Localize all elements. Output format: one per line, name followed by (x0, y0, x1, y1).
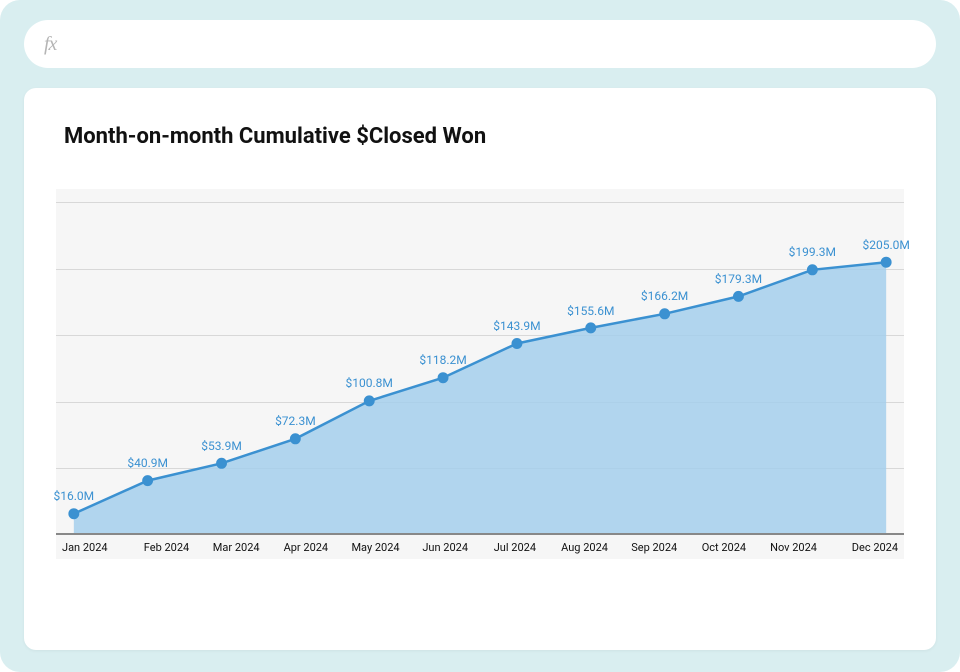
x-tick: Oct 2024 (689, 535, 759, 559)
x-tick: Jul 2024 (480, 535, 550, 559)
data-label: $100.8M (346, 376, 393, 390)
data-point[interactable] (364, 396, 374, 406)
data-label: $72.3M (275, 414, 316, 428)
data-label: $199.3M (789, 245, 836, 259)
data-label: $143.9M (493, 319, 540, 333)
data-label: $16.0M (54, 489, 95, 503)
data-label: $179.3M (715, 272, 762, 286)
data-label: $205.0M (862, 238, 909, 252)
formula-bar[interactable]: fx (24, 20, 936, 68)
chart-card: Month-on-month Cumulative $Closed Won $1… (24, 88, 936, 650)
fx-icon: fx (44, 33, 56, 56)
x-axis: Jan 2024Feb 2024Mar 2024Apr 2024May 2024… (56, 535, 904, 559)
x-tick: Nov 2024 (759, 535, 829, 559)
app-shell: fx Month-on-month Cumulative $Closed Won… (0, 0, 960, 672)
data-point[interactable] (290, 434, 300, 444)
x-tick: Feb 2024 (132, 535, 202, 559)
data-point[interactable] (807, 265, 817, 275)
data-label: $118.2M (419, 353, 466, 367)
x-tick: Jan 2024 (56, 535, 132, 559)
x-tick: Mar 2024 (201, 535, 271, 559)
area-fill (74, 262, 886, 535)
chart-svg (56, 189, 904, 535)
x-tick: Jun 2024 (410, 535, 480, 559)
data-point[interactable] (881, 257, 891, 267)
data-label: $166.2M (641, 289, 688, 303)
data-point[interactable] (512, 339, 522, 349)
data-point[interactable] (586, 323, 596, 333)
chart-plot: $16.0M $40.9M $53.9M $72.3M $100.8M $118.2M $1… (56, 189, 904, 559)
data-point[interactable] (660, 309, 670, 319)
x-tick: May 2024 (341, 535, 411, 559)
data-point[interactable] (69, 509, 79, 519)
data-label: $53.9M (201, 439, 242, 453)
chart-title: Month-on-month Cumulative $Closed Won (64, 124, 908, 149)
data-point[interactable] (734, 291, 744, 301)
data-point[interactable] (438, 373, 448, 383)
x-tick: Apr 2024 (271, 535, 341, 559)
data-label: $40.9M (127, 456, 168, 470)
data-point[interactable] (143, 476, 153, 486)
x-tick: Aug 2024 (550, 535, 620, 559)
data-label: $155.6M (567, 304, 614, 318)
chart-inner: $16.0M $40.9M $53.9M $72.3M $100.8M $118.2M $1… (56, 189, 904, 535)
x-tick: Sep 2024 (619, 535, 689, 559)
x-tick: Dec 2024 (828, 535, 904, 559)
data-point[interactable] (217, 458, 227, 468)
